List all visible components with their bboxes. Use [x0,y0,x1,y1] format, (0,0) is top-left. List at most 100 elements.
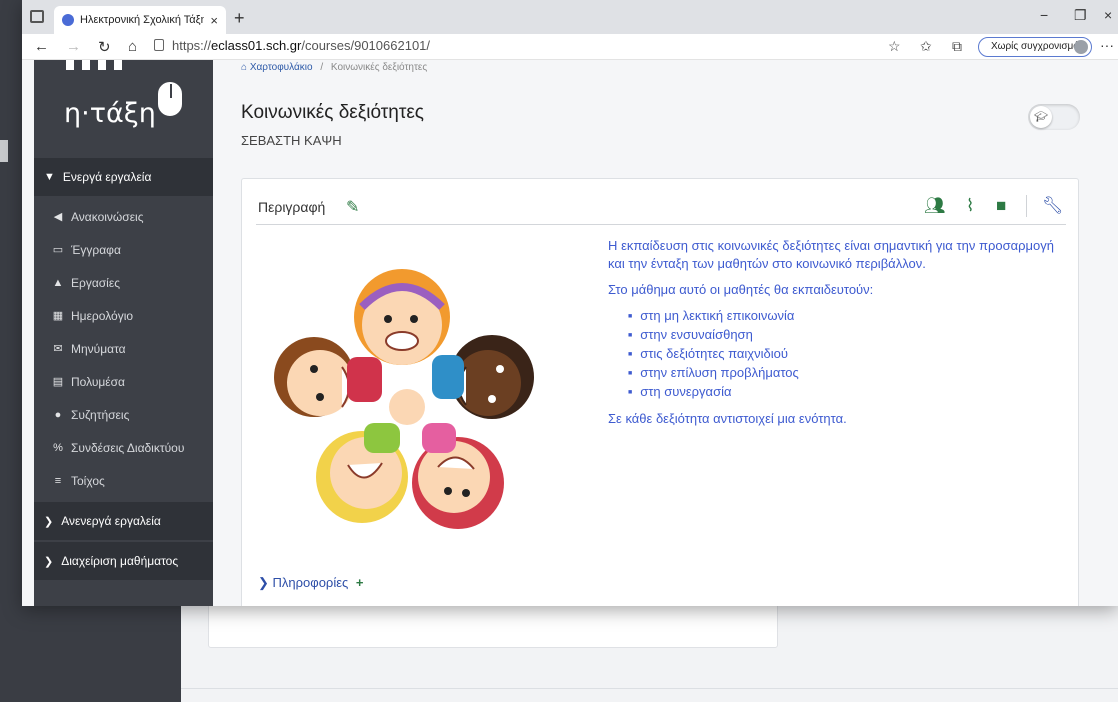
sidebar-item-documents[interactable]: ▭ Έγγραφα [34,233,213,266]
wrench-icon[interactable]: 🔧︎ [1042,196,1064,216]
info-label: Πληροφορίες [272,575,349,590]
logo[interactable]: η·τάξη [34,60,213,158]
section-label: Διαχείριση μαθήματος [61,554,179,568]
film-icon: ▤ [52,376,64,388]
new-tab-button[interactable]: + [234,8,245,29]
course-description: Η εκπαίδευση στις κοινωνικές δεξιότητες … [608,237,1054,436]
joined-hands [389,389,425,425]
chevron-right-icon: ❯ [44,555,54,568]
info-toggle[interactable]: ❯ Πληροφορίες + [258,575,363,591]
list-item: στη συνεργασία [628,383,1054,402]
minimize-button[interactable]: − [1040,7,1048,23]
favorite-star-icon[interactable]: ☆ [888,38,901,55]
main-content: ⌂ Χαρτοφυλάκιο / Κοινωνικές δεξιότητες Κ… [213,60,1118,606]
close-window-button[interactable]: × [1104,7,1112,23]
browser-window: Ηλεκτρονική Σχολική Τάξη (η-Τά × + − ❐ ×… [22,0,1118,606]
pencil-icon[interactable]: ✎ [346,197,359,217]
sync-label: Χωρίς συγχρονισμό [991,41,1079,52]
forward-icon[interactable]: → [66,38,81,55]
course-teacher: ΣΕΒΑΣΤΗ ΚΑΨΗ [241,133,342,148]
sidebar-item-label: Συζητήσεις [71,407,130,422]
sidebar-item-label: Εργασίες [71,275,120,290]
sidebar-item-multimedia[interactable]: ▤ Πολυμέσα [34,365,213,398]
tab-favicon-icon [62,14,74,26]
sidebar-item-label: Συνδέσεις Διαδικτύου [71,440,185,455]
list-item: στην ενσυναίσθηση [628,326,1054,345]
background-edge [0,140,8,162]
card-title: Περιγραφή [258,199,326,215]
sidebar-item-label: Ημερολόγιο [71,308,134,323]
section-label: Ανενεργά εργαλεία [61,514,161,528]
home-icon[interactable]: ⌂ [128,38,137,55]
comments-icon: ● [54,408,62,421]
browser-tab[interactable]: Ηλεκτρονική Σχολική Τάξη (η-Τά × [54,6,226,34]
tab-close-icon[interactable]: × [210,13,218,28]
flask-icon: ▲ [52,276,64,289]
link-icon: % [53,441,63,454]
sidebar-item-announcements[interactable]: ◀ Ανακοινώσεις [34,200,213,233]
lock-edit-icon[interactable]: ■ [996,196,1006,216]
refresh-icon[interactable]: ↻ [98,38,111,56]
window-menu-icon[interactable] [30,10,44,23]
users-icon[interactable]: 👥︎ [924,196,946,216]
student-view-toggle[interactable]: 🎓︎ [1028,104,1080,130]
logo-text: η·τάξη [64,98,156,129]
sidebar-item-label: Ανακοινώσεις [71,209,144,224]
sidebar-item-messages[interactable]: ✉ Μηνύματα [34,332,213,365]
sidebar-item-label: Μηνύματα [71,341,126,356]
home-icon: ⌂ [241,62,250,73]
sidebar-item-calendar[interactable]: ▦ Ημερολόγιο [34,299,213,332]
folder-icon: ▭ [52,244,64,256]
sidebar-item-web-links[interactable]: % Συνδέσεις Διαδικτύου [34,431,213,464]
envelope-icon: ✉ [53,343,63,355]
list-item: στις δεξιότητες παιχνιδιού [628,345,1054,364]
address-bar: ← → ↻ ⌂ https://eclass01.sch.gr/courses/… [22,34,1118,60]
megaphone-icon: ◀ [53,211,63,223]
sidebar-item-discussions[interactable]: ● Συζητήσεις [34,398,213,431]
description-lead: Στο μάθημα αυτό οι μαθητές θα εκπαιδευτο… [608,282,874,297]
mouse-icon [156,80,184,118]
logo-graphic [66,60,122,70]
background-divider [181,688,1118,689]
list-item: στη μη λεκτική επικοινωνία [628,307,1054,326]
profile-avatar [1074,40,1088,54]
back-icon[interactable]: ← [34,38,49,55]
breadcrumb: ⌂ Χαρτοφυλάκιο / Κοινωνικές δεξιότητες [241,62,427,73]
collections-icon[interactable]: ⧉ [952,38,962,55]
description-closing: Σε κάθε δεξιότητα αντιστοιχεί μια ενότητ… [608,411,847,426]
skills-list: στη μη λεκτική επικοινωνία στην ενσυναίσ… [628,307,1054,402]
sidebar-item-label: Τοίχος [71,473,105,488]
plus-icon[interactable]: + [356,575,364,590]
page-title: Κοινωνικές δεξιότητες [241,102,424,123]
maximize-button[interactable]: ❐ [1074,7,1087,24]
sidebar-item-label: Έγγραφα [71,242,121,257]
breadcrumb-current: Κοινωνικές δεξιότητες [330,62,428,73]
chevron-down-icon: ▼ [44,171,55,183]
lock-icon[interactable] [154,39,164,51]
header-divider [1026,195,1027,217]
sidebar-item-wall[interactable]: ≡ Τοίχος [34,464,213,497]
title-bar: Ηλεκτρονική Σχολική Τάξη (η-Τά × + − ❐ × [22,0,1118,34]
list-icon: ≡ [54,474,62,487]
sidebar-item-label: Πολυμέσα [71,374,125,389]
breadcrumb-home-label: Χαρτοφυλάκιο [249,62,313,73]
breadcrumb-separator: / [320,62,324,73]
sidebar-item-assignments[interactable]: ▲ Εργασίες [34,266,213,299]
favorites-list-icon[interactable]: ✩ [920,38,932,55]
tab-title: Ηλεκτρονική Σχολική Τάξη (η-Τά [80,14,205,26]
children-illustration [274,269,534,529]
chevron-right-icon: ❯ [44,515,54,528]
paperclip-icon[interactable]: ⌇ [966,196,974,216]
url-field[interactable]: https://eclass01.sch.gr/courses/90106621… [172,38,430,53]
page-viewport: η·τάξη ▼ Ενεργά εργαλεία ◀ Ανακοινώσεις … [22,60,1118,606]
breadcrumb-home[interactable]: ⌂ Χαρτοφυλάκιο [241,62,313,73]
more-menu-icon[interactable]: ··· [1100,37,1114,53]
card-header: Περιγραφή ✎ 👥︎ ⌇ ■ 🔧︎ [256,191,1066,225]
sync-button[interactable]: Χωρίς συγχρονισμό [978,37,1092,57]
chevron-right-icon: ❯ [258,575,273,590]
section-inactive-tools[interactable]: ❯ Ανενεργά εργαλεία [34,502,213,540]
section-active-tools[interactable]: ▼ Ενεργά εργαλεία [34,158,213,196]
description-card: Περιγραφή ✎ 👥︎ ⌇ ■ 🔧︎ Η εκπαίδευση στις … [241,178,1079,606]
section-course-admin[interactable]: ❯ Διαχείριση μαθήματος [34,542,213,580]
section-label: Ενεργά εργαλεία [62,170,152,184]
